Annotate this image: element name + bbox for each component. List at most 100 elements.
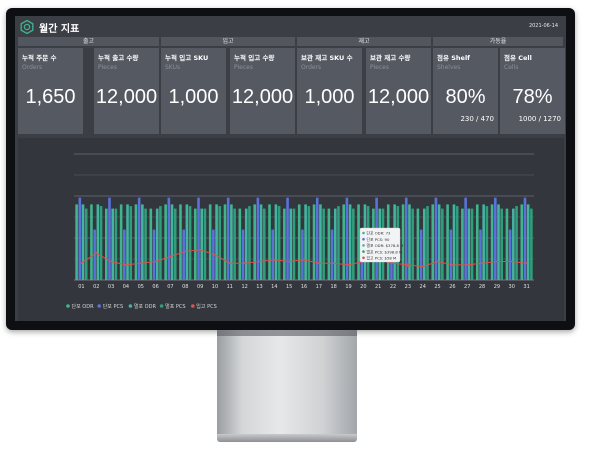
bar-4 [248, 206, 251, 280]
line-point [436, 260, 439, 263]
legend-item: 멀포 ODR [134, 303, 157, 310]
bar-4 [500, 208, 504, 280]
line-point [392, 262, 394, 265]
x-tick-label: 22 [390, 284, 396, 290]
bar-3 [200, 208, 204, 280]
page-title: 월간 지표 [39, 24, 80, 35]
line-point [139, 262, 142, 265]
bar-4 [455, 206, 459, 280]
kpi-unit: Pieces [370, 64, 389, 71]
bar-4 [292, 208, 296, 280]
bar-2 [78, 197, 82, 280]
chart-panel: 01 02 03 04 05 06 07 08 09 10 11 12 13 14 15 16 17 18 19 20… [18, 138, 564, 321]
bar-2 [508, 229, 512, 280]
tooltip-swatch [362, 256, 365, 260]
kpi-unit: Orders [22, 64, 43, 71]
bar-3 [259, 204, 263, 280]
kpi-card-stock-sku: 보관 재고 SKU 수 Orders 1,000 [297, 48, 362, 134]
tooltip-swatch [362, 237, 365, 241]
line-point [125, 263, 127, 266]
bar-4 [411, 208, 414, 280]
bar-4 [99, 206, 103, 280]
tooltip-swatch [362, 250, 365, 253]
bar-2 [345, 197, 349, 280]
bar-1 [357, 204, 360, 280]
x-tick-label: 20 [360, 284, 366, 290]
x-tick-label: 18 [330, 284, 336, 290]
x-tick-label: 28 [479, 284, 485, 290]
group-header-stock: 재고 [297, 37, 431, 46]
x-tick-label: 03 [108, 284, 114, 290]
tooltip-line: 단포 PCS: 90 [367, 237, 390, 242]
x-tick-label: 01 [78, 284, 84, 290]
bar-1 [223, 204, 227, 280]
bar-3 [141, 204, 144, 280]
x-tick-label: 12 [241, 284, 247, 290]
daily-chart: 01 02 03 04 05 06 07 08 09 10 11 12 13 14 15 16 17 18 19 20… [66, 153, 534, 310]
kpi-card-inbound-qty: 누적 입고 수량 Pieces 12,000 [230, 48, 295, 134]
x-tick-label: 21 [375, 284, 381, 290]
bar-2 [256, 197, 260, 280]
x-tick-label: 31 [523, 284, 529, 290]
kpi-card-cumulative-orders: 누적 주문 수 Orders 1,650 [18, 48, 83, 134]
bar-4 [515, 206, 518, 280]
line-point [303, 258, 305, 261]
bar-1 [179, 204, 182, 280]
x-tick-label: 15 [286, 284, 292, 290]
line-point [243, 262, 246, 265]
tooltip-line: 입고 PCS: $58 M [367, 256, 397, 261]
bar-4 [441, 208, 444, 280]
bar-4 [426, 206, 429, 280]
kpi-value: 12,000 [367, 86, 430, 108]
bar-1 [149, 208, 153, 280]
bar-3 [437, 204, 441, 280]
line-point [347, 263, 350, 266]
bar-3 [215, 204, 218, 280]
x-tick-label: 27 [464, 284, 470, 290]
bar-4 [233, 208, 236, 280]
bar-3 [170, 204, 174, 280]
bar-4 [307, 206, 311, 280]
bar-4 [530, 208, 533, 280]
bar-1 [194, 208, 197, 280]
monitor-stand-base [217, 434, 357, 442]
bar-4 [470, 208, 474, 280]
line-point [466, 263, 469, 266]
bar-4 [129, 206, 133, 280]
kpi-unit: Pieces [234, 64, 253, 71]
kpi-value: 80% [445, 86, 486, 108]
bar-1 [520, 204, 524, 280]
kpi-sub: 1000 / 1270 [518, 115, 561, 123]
kpi-value: 78% [512, 86, 553, 108]
line-point [273, 258, 276, 261]
bar-2 [108, 197, 111, 280]
bar-1 [431, 204, 435, 280]
bar-3 [96, 204, 100, 280]
bar-2 [137, 197, 141, 280]
bar-4 [114, 208, 118, 280]
bar-2 [241, 229, 245, 280]
legend-swatch [97, 304, 101, 308]
bar-3 [230, 204, 233, 280]
kpi-unit: Pieces [98, 64, 117, 71]
line-point [317, 262, 320, 265]
line-point [332, 262, 335, 265]
bar-4 [485, 206, 489, 280]
legend-item: 단포 ODR [72, 303, 95, 310]
bar-3 [482, 204, 485, 280]
date-label: 2021-06-14 [528, 23, 558, 29]
group-header-outbound: 출고 [18, 37, 159, 46]
x-tick-label: 26 [449, 284, 455, 290]
line-point [80, 262, 83, 265]
bar-3 [185, 204, 189, 280]
bar-3 [512, 208, 515, 280]
bar-4 [262, 208, 266, 280]
line-series [81, 249, 527, 268]
bar-2 [315, 197, 319, 280]
bar-2 [404, 197, 408, 280]
x-tick-label: 06 [152, 284, 158, 290]
bar-3 [155, 208, 159, 280]
x-tick-label: 23 [405, 284, 411, 290]
bar-2 [419, 229, 423, 280]
bar-3 [304, 204, 307, 280]
